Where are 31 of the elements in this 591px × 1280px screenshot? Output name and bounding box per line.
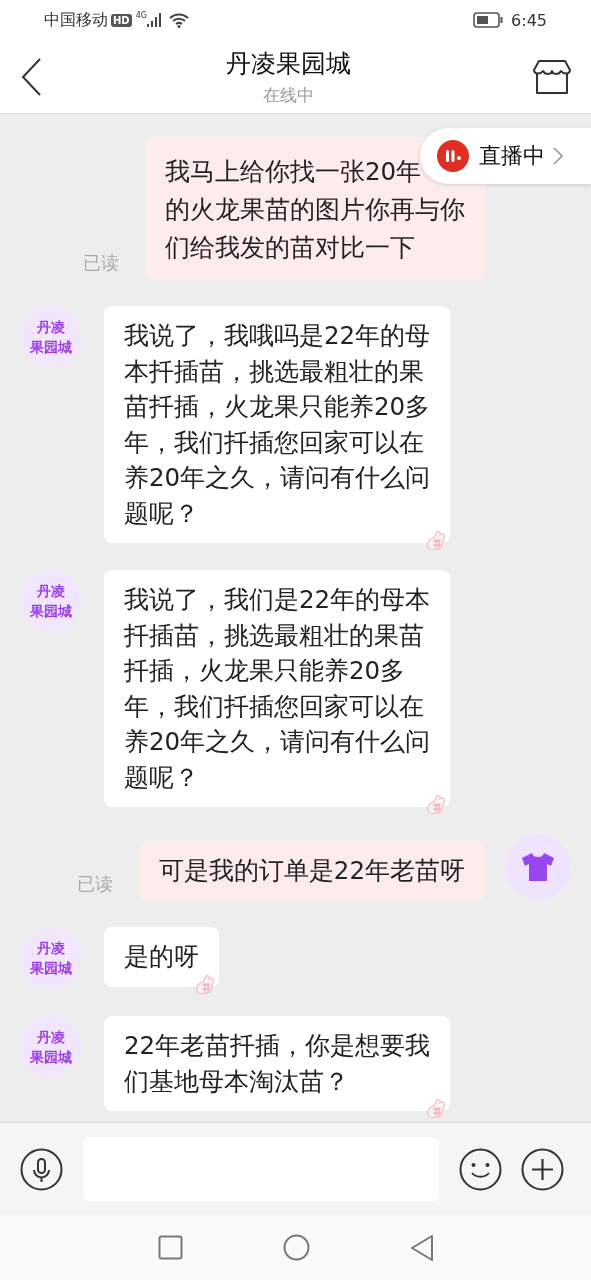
emoji-icon[interactable] [459,1147,502,1191]
signal-icon [146,13,163,27]
message-bubble: 可是我的订单是22年老苗呀 [138,840,485,900]
read-receipt: 已读 [83,251,119,275]
clock-time: 6:45 [511,10,547,30]
stamp-icon [425,1097,448,1119]
carrier-name: 中国移动 [44,9,108,31]
shirt-icon [521,852,555,882]
read-receipt: 已读 [76,872,113,896]
home-icon[interactable] [282,1234,310,1261]
shop-avatar[interactable]: 丹凌 果园城 [20,927,82,989]
network-type: 4G [135,11,147,20]
wifi-icon [168,12,189,28]
hd-badge: HD [111,13,132,27]
store-icon[interactable] [533,58,571,95]
stamp-icon [194,972,216,995]
back-nav-icon[interactable] [409,1233,434,1262]
recent-apps-icon[interactable] [157,1235,183,1260]
stamp-icon [425,529,448,551]
shop-avatar[interactable]: 丹凌 果园城 [20,570,82,632]
shop-avatar[interactable]: 丹凌 果园城 [20,306,82,368]
online-status: 在线中 [263,83,314,107]
battery-icon [473,12,504,28]
chevron-icon [553,147,563,165]
stamp-icon [425,793,448,815]
back-icon[interactable] [20,56,44,97]
shop-avatar[interactable]: 丹凌 果园城 [20,1016,82,1078]
microphone-icon[interactable] [20,1147,63,1191]
chat-title: 丹凌果园城 [226,47,351,80]
live-icon [437,140,469,172]
add-icon[interactable] [521,1147,564,1191]
